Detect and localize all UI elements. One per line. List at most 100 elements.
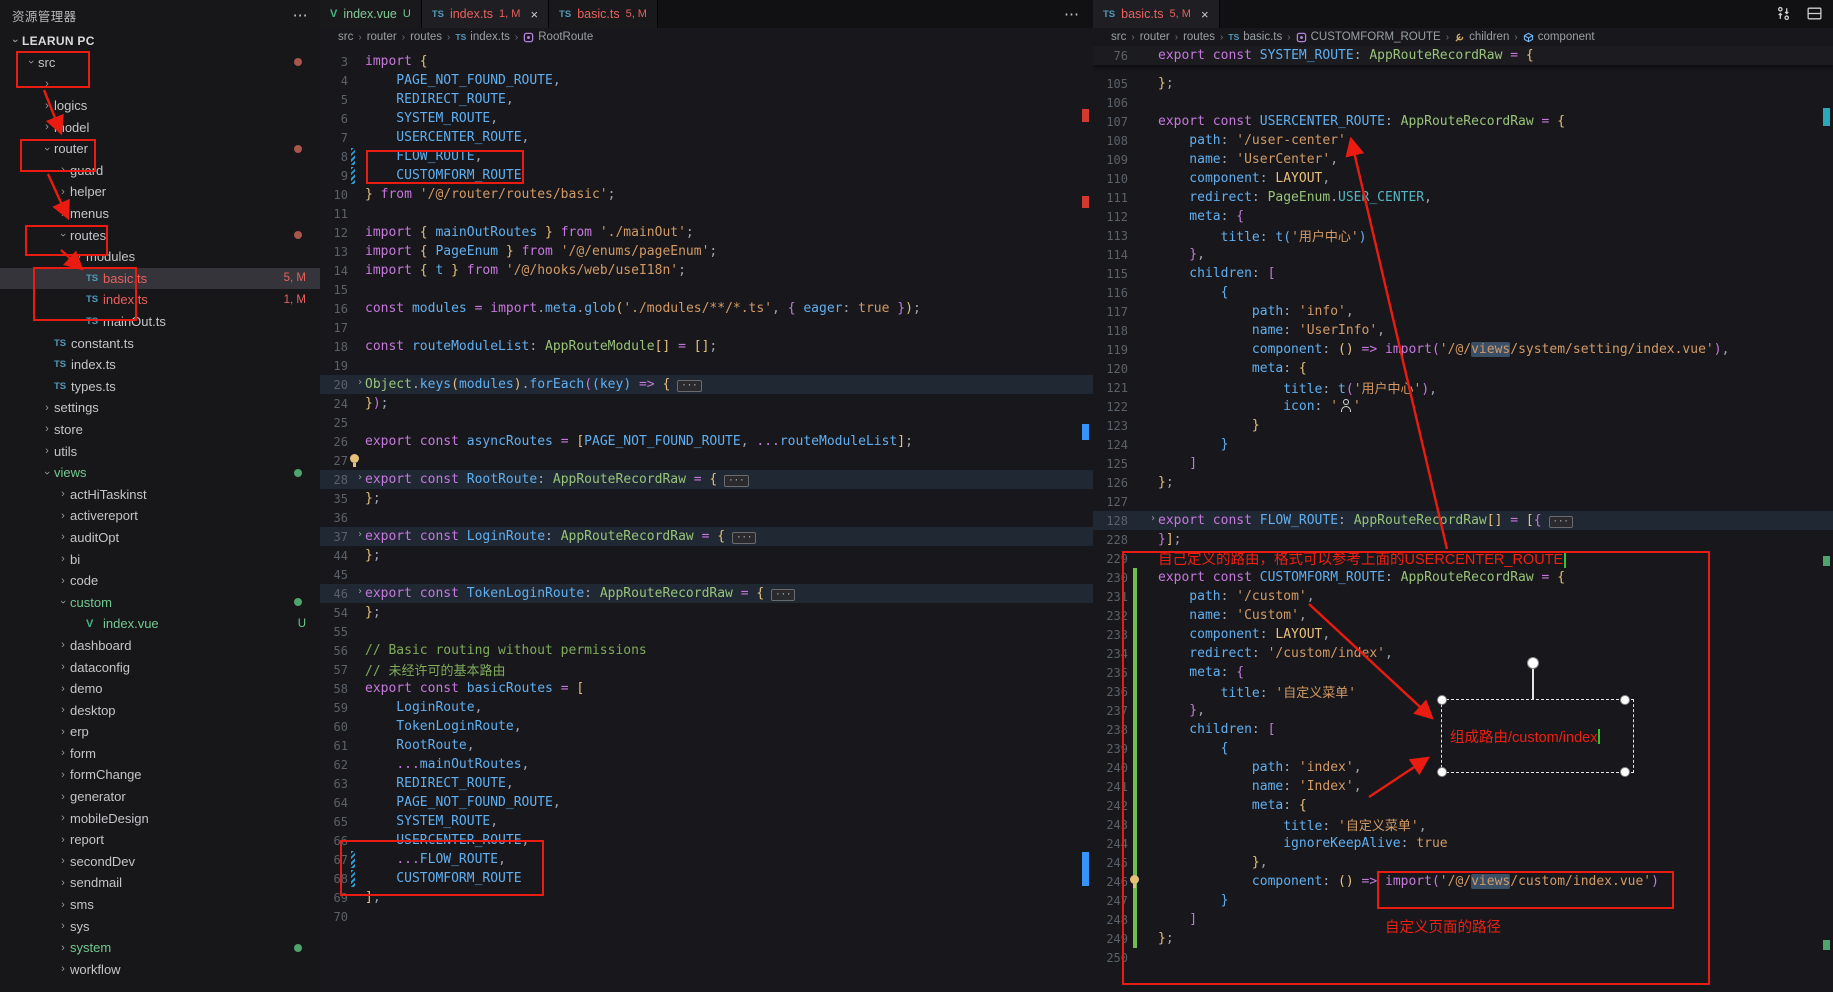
annotation-handle[interactable] [1437, 767, 1447, 777]
tree-item-sendmail[interactable]: ›sendmail [0, 872, 320, 894]
tree-item-demo[interactable]: ›demo [0, 678, 320, 700]
breadcrumb-src[interactable]: src [338, 31, 353, 43]
tree-item-desktop[interactable]: ›desktop [0, 699, 320, 721]
tree-item-constant.ts[interactable]: TSconstant.ts [0, 332, 320, 354]
tree-item-system[interactable]: ›system [0, 937, 320, 959]
editor-more-actions-icon[interactable]: ⋯ [1050, 5, 1093, 23]
tree-item-index.vue[interactable]: Vindex.vueU [0, 613, 320, 635]
folded-code-ellipsis[interactable]: ··· [732, 532, 756, 544]
tree-item-form[interactable]: ›form [0, 743, 320, 765]
tab-index.ts[interactable]: TSindex.ts1, M× [422, 0, 549, 28]
breadcrumb-routes[interactable]: routes [1183, 31, 1215, 43]
tree-item-settings[interactable]: ›settings [0, 397, 320, 419]
gutter-decoration: › [348, 584, 365, 603]
breadcrumb-index.ts[interactable]: TSindex.ts [455, 31, 510, 43]
tree-item-index.ts[interactable]: TSindex.ts [0, 354, 320, 376]
tree-item-router[interactable]: ›router [0, 138, 320, 160]
breadcrumb-router[interactable]: router [1140, 31, 1170, 43]
code-area-middle[interactable]: 3import {4 PAGE_NOT_FOUND_ROUTE,5 REDIRE… [320, 46, 1093, 992]
tree-item-helper[interactable]: ›helper [0, 181, 320, 203]
annotation-handle[interactable] [1437, 695, 1447, 705]
fold-chevron-icon[interactable]: › [1150, 513, 1156, 524]
code-line-113: 113 title: t('用户中心') [1093, 226, 1833, 245]
tree-item-index.ts[interactable]: TSindex.ts1, M [0, 289, 320, 311]
tree-item-model[interactable]: ›model [0, 116, 320, 138]
tree-item-custom[interactable]: ›custom [0, 591, 320, 613]
explorer-more-actions-icon[interactable]: ⋯ [293, 6, 308, 24]
fold-chevron-icon[interactable]: › [357, 529, 363, 540]
breadcrumb-routes[interactable]: routes [410, 31, 442, 43]
tab-basic.ts[interactable]: TSbasic.ts5, M [549, 0, 658, 28]
tree-item-LEARUN PC[interactable]: ›LEARUN PC [0, 30, 320, 52]
tree-item-mainOut.ts[interactable]: TSmainOut.ts [0, 311, 320, 333]
tree-item-erp[interactable]: ›erp [0, 721, 320, 743]
code-text: path: '/custom', [1158, 589, 1315, 604]
breadcrumb-label: component [1538, 31, 1595, 43]
tree-item-types.ts[interactable]: TStypes.ts [0, 376, 320, 398]
tab-basic.ts[interactable]: TSbasic.ts5, M× [1093, 0, 1220, 28]
close-icon[interactable]: × [530, 7, 538, 22]
tree-item-routes[interactable]: ›routes [0, 224, 320, 246]
gutter-decoration [348, 413, 365, 432]
tree-item-logics[interactable]: ›logics [0, 95, 320, 117]
git-added-bar [1133, 606, 1137, 625]
tree-item-workflow[interactable]: ›workflow [0, 959, 320, 981]
tree-item-utils[interactable]: ›utils [0, 440, 320, 462]
tab-index.vue[interactable]: Vindex.vueU [320, 0, 422, 28]
breadcrumb-src[interactable]: src [1111, 31, 1126, 43]
breadcrumb-router[interactable]: router [367, 31, 397, 43]
tree-item-mobileDesign[interactable]: ›mobileDesign [0, 807, 320, 829]
split-editor-icon[interactable] [1775, 5, 1792, 22]
annotation-rotate-handle[interactable] [1527, 657, 1539, 669]
tree-item-store[interactable]: ›store [0, 419, 320, 441]
lightbulb-icon[interactable] [1130, 875, 1139, 884]
tree-item-formChange[interactable]: ›formChange [0, 764, 320, 786]
code-text: SYSTEM_ROUTE, [365, 111, 498, 126]
tree-item-bi[interactable]: ›bi [0, 548, 320, 570]
chevron-icon: › [40, 100, 54, 112]
fold-chevron-icon[interactable]: › [357, 586, 363, 597]
code-text: component: LAYOUT, [1158, 171, 1330, 186]
breadcrumb-basic.ts[interactable]: TSbasic.ts [1228, 31, 1282, 43]
tree-item-generator[interactable]: ›generator [0, 786, 320, 808]
breadcrumb-label: routes [410, 31, 442, 43]
tree-item-views[interactable]: ›views [0, 462, 320, 484]
folded-code-ellipsis[interactable]: ··· [771, 589, 795, 601]
folded-code-ellipsis[interactable]: ··· [1549, 516, 1573, 528]
fold-chevron-icon[interactable]: › [357, 377, 363, 388]
tree-item-dashboard[interactable]: ›dashboard [0, 635, 320, 657]
breadcrumb-children[interactable]: children [1454, 31, 1509, 43]
tree-item-report[interactable]: ›report [0, 829, 320, 851]
ts-file-icon: TS [432, 9, 444, 20]
line-number: 109 [1093, 153, 1128, 167]
tree-item-code[interactable]: ›code [0, 570, 320, 592]
tree-item-dataconfig[interactable]: ›dataconfig [0, 656, 320, 678]
tree-item-menus[interactable]: ›menus [0, 203, 320, 225]
close-icon[interactable]: × [1201, 7, 1209, 22]
tree-item-modules[interactable]: ›modules [0, 246, 320, 268]
code-area-right[interactable]: 76export const SYSTEM_ROUTE: AppRouteRec… [1093, 46, 1833, 992]
folded-code-ellipsis[interactable]: ··· [724, 475, 748, 487]
tree-item-hidden[interactable]: › [0, 73, 320, 95]
tree-item-auditOpt[interactable]: ›auditOpt [0, 527, 320, 549]
annotation-combined-route-box[interactable]: 组成路由/custom/index [1441, 699, 1634, 773]
tree-item-sys[interactable]: ›sys [0, 915, 320, 937]
annotation-handle[interactable] [1620, 767, 1630, 777]
tree-item-activereport[interactable]: ›activereport [0, 505, 320, 527]
fold-chevron-icon[interactable]: › [357, 472, 363, 483]
tree-item-guard[interactable]: ›guard [0, 160, 320, 182]
folded-code-ellipsis[interactable]: ··· [677, 380, 701, 392]
chevron-icon: › [56, 186, 70, 198]
tree-item-actHiTaskinst[interactable]: ›actHiTaskinst [0, 483, 320, 505]
tree-item-secondDev[interactable]: ›secondDev [0, 851, 320, 873]
breadcrumb-CUSTOMFORM_ROUTE[interactable]: CUSTOMFORM_ROUTE [1296, 31, 1441, 43]
tree-item-src[interactable]: ›src [0, 52, 320, 74]
breadcrumb-separator: › [1512, 32, 1519, 43]
tree-item-basic.ts[interactable]: TSbasic.ts5, M [0, 268, 320, 290]
breadcrumb-RootRoute[interactable]: RootRoute [523, 31, 593, 43]
lightbulb-icon[interactable] [350, 454, 359, 463]
annotation-handle[interactable] [1620, 695, 1630, 705]
editor-layout-icon[interactable] [1806, 5, 1823, 22]
breadcrumb-component[interactable]: component [1523, 31, 1595, 43]
tree-item-sms[interactable]: ›sms [0, 894, 320, 916]
